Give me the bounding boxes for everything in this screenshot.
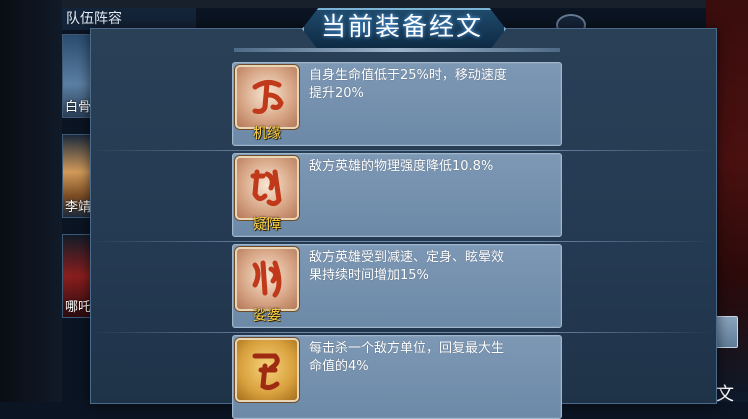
hero-name: 白骨	[65, 100, 92, 115]
top-bar	[0, 0, 748, 8]
scroll-name: 娑婆	[253, 308, 281, 324]
scroll-card-1[interactable]: 机缘 自身生命值低于25%时，移动速度提升20%	[232, 62, 562, 146]
scroll-card-2[interactable]: 疑障 敌方英雄的物理强度降低10.8%	[232, 153, 562, 237]
scroll-card-3[interactable]: 娑婆 敌方英雄受到减速、定身、眩晕效果持续时间增加15%	[232, 244, 562, 328]
rune-icon	[235, 247, 299, 311]
row-divider	[90, 150, 715, 151]
row-divider	[90, 241, 715, 242]
scroll-description: 自身生命值低于25%时，移动速度提升20%	[309, 68, 507, 101]
rune-icon	[235, 156, 299, 220]
scroll-name: 机缘	[253, 126, 281, 142]
team-title: 队伍阵容	[62, 8, 196, 30]
hero-name: 哪吒	[65, 300, 92, 315]
left-edge	[0, 0, 62, 402]
modal-title: 当前装备经文	[320, 12, 483, 41]
title-divider	[234, 48, 560, 52]
corner-label: 文	[716, 384, 734, 405]
scroll-description: 敌方英雄的物理强度降低10.8%	[309, 159, 494, 174]
scroll-name: 疑障	[253, 217, 281, 233]
scroll-name	[235, 398, 299, 416]
scroll-description: 敌方英雄受到减速、定身、眩晕效果持续时间增加15%	[309, 250, 505, 283]
hero-name: 李靖	[65, 200, 92, 215]
rune-icon	[235, 65, 299, 129]
rune-icon	[235, 338, 299, 402]
scroll-card-4[interactable]: 每击杀一个敌方单位，回复最大生命值的4%	[232, 335, 562, 419]
row-divider	[90, 332, 715, 333]
scroll-description: 每击杀一个敌方单位，回复最大生命值的4%	[309, 341, 505, 374]
